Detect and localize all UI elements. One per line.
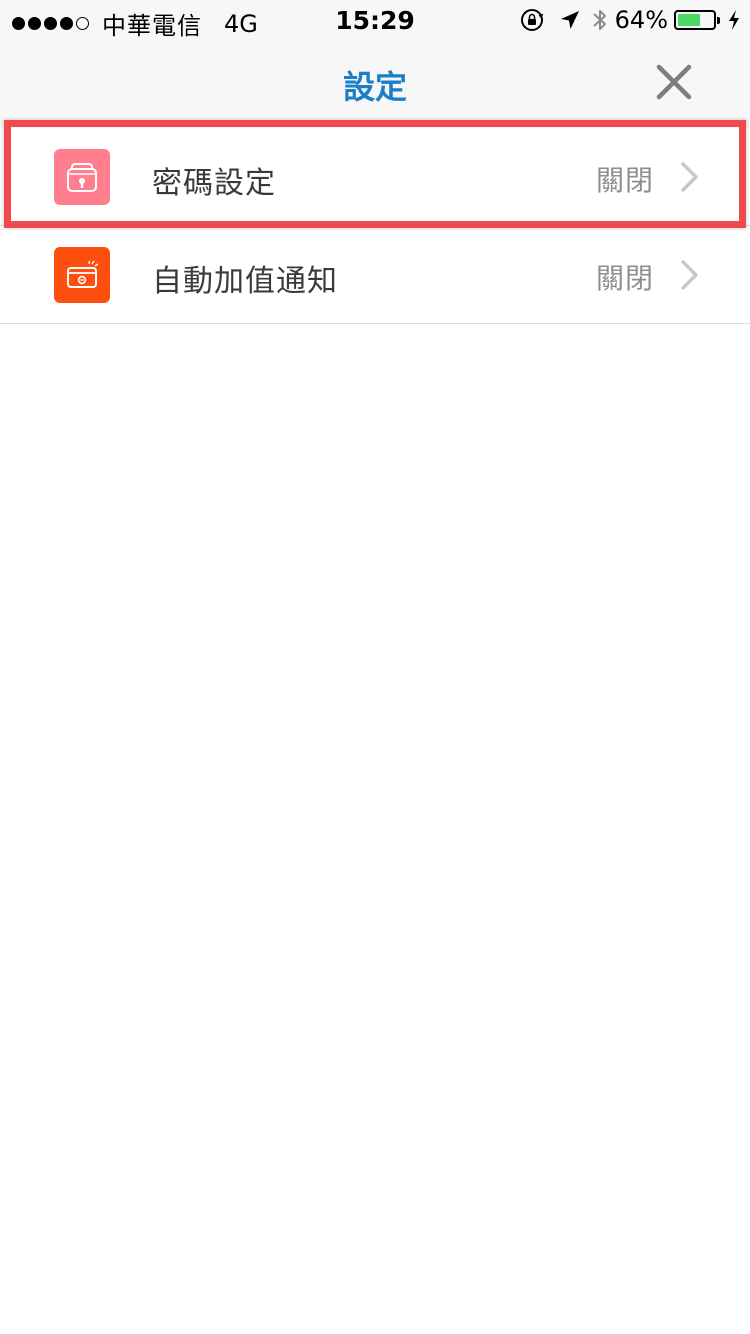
- settings-item-auto-topup-notification[interactable]: 自動加值通知 關閉: [0, 226, 750, 324]
- close-button[interactable]: [654, 62, 694, 102]
- page-title: 設定: [342, 68, 407, 106]
- lock-icon: [54, 149, 110, 205]
- settings-item-value: 關閉: [595, 164, 654, 197]
- battery-percent: 64%: [614, 6, 668, 34]
- rotation-lock-icon: [520, 9, 543, 31]
- close-icon: [656, 64, 692, 100]
- settings-item-label: 自動加值通知: [152, 264, 338, 299]
- status-right: 64%: [519, 6, 740, 34]
- settings-item-value: 關閉: [595, 262, 654, 295]
- chevron-right-icon: [681, 260, 698, 290]
- settings-item-label: 密碼設定: [152, 166, 276, 201]
- location-arrow-icon: [560, 11, 579, 29]
- chevron-right-icon: [681, 162, 698, 192]
- charging-bolt-icon: [729, 10, 739, 30]
- screen: 中華電信 4G 15:29 64% 設定 密碼設定 關閉 自動加值通知 關閉: [0, 0, 750, 1334]
- navigation-bar: 設定: [0, 40, 750, 128]
- battery-icon: [674, 10, 720, 30]
- card-icon: [54, 247, 110, 303]
- settings-item-password[interactable]: 密碼設定 關閉: [0, 128, 750, 226]
- status-bar: 中華電信 4G 15:29 64%: [0, 0, 750, 40]
- settings-list: 密碼設定 關閉 自動加值通知 關閉: [0, 128, 750, 324]
- bluetooth-icon: [592, 10, 606, 30]
- battery-level-fill: [678, 14, 700, 26]
